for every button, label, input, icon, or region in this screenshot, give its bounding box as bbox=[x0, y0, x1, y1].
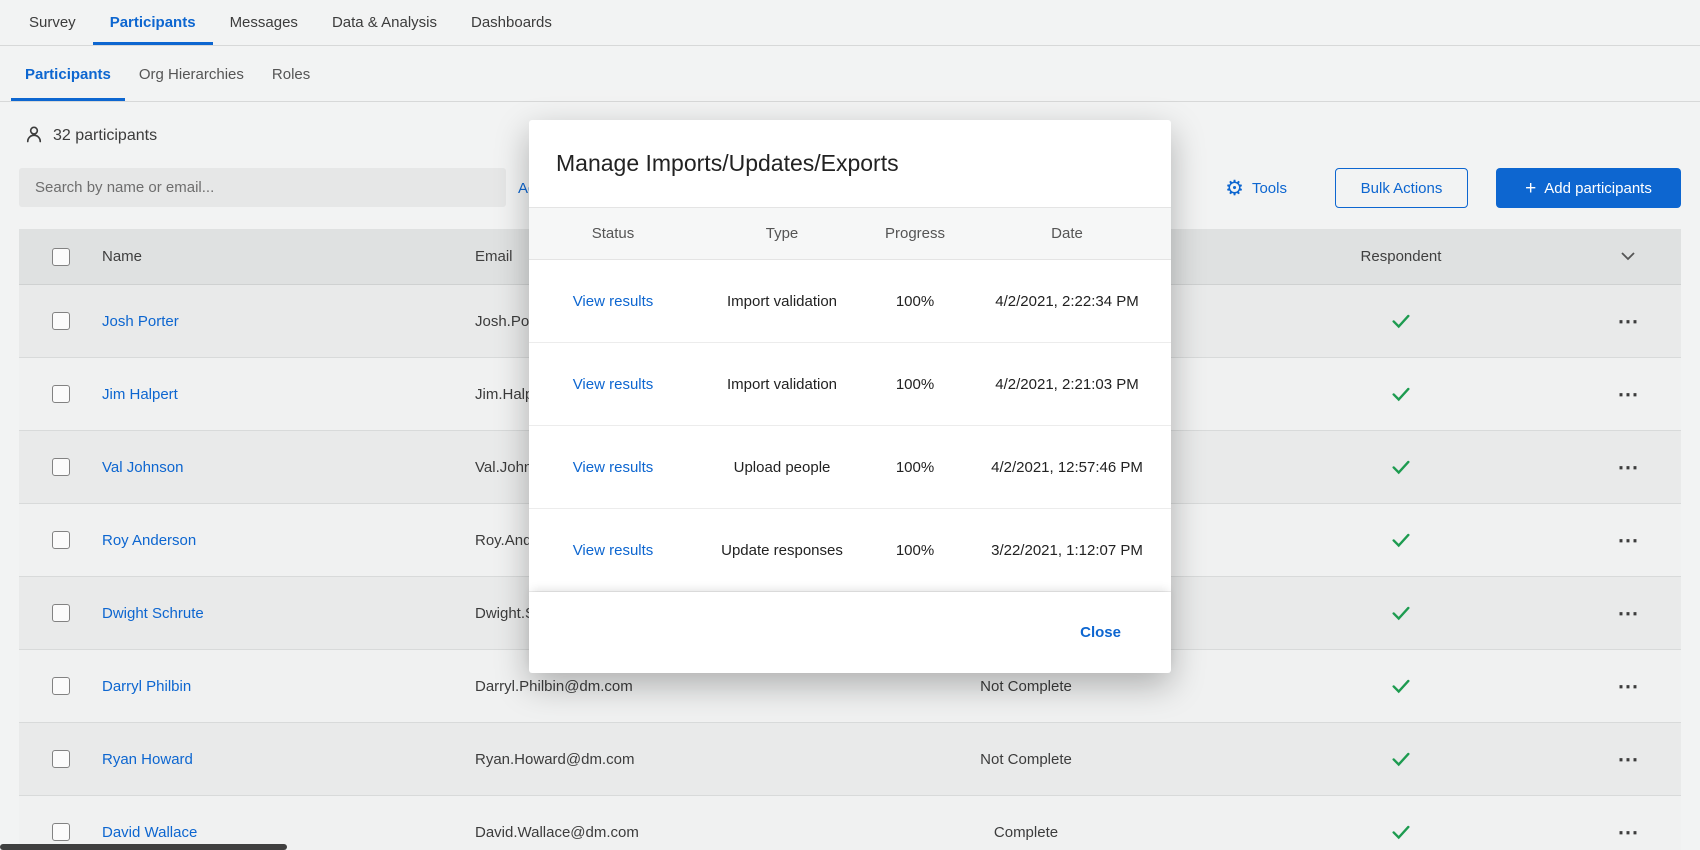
import-date: 3/22/2021, 1:12:07 PM bbox=[963, 542, 1171, 559]
participant-email: Ryan.Howard@dm.com bbox=[475, 751, 825, 768]
import-date: 4/2/2021, 12:57:46 PM bbox=[963, 459, 1171, 476]
table-row: Ryan Howard Ryan.Howard@dm.com Not Compl… bbox=[19, 723, 1681, 796]
modal-row: View results Upload people 100% 4/2/2021… bbox=[529, 426, 1171, 509]
search-input[interactable] bbox=[19, 168, 506, 207]
header-sort-chevron[interactable] bbox=[1575, 252, 1681, 261]
row-checkbox[interactable] bbox=[52, 823, 70, 841]
modal-header-date: Date bbox=[963, 225, 1171, 242]
row-menu-button[interactable]: ⋯ bbox=[1618, 603, 1639, 624]
participant-name-link[interactable]: Roy Anderson bbox=[102, 532, 196, 549]
participant-name-link[interactable]: Darryl Philbin bbox=[102, 678, 191, 695]
modal-header-type: Type bbox=[697, 225, 867, 242]
modal-header: Manage Imports/Updates/Exports bbox=[529, 120, 1171, 207]
respondent-check-icon bbox=[1227, 529, 1575, 551]
gear-icon: ⚙ bbox=[1225, 178, 1244, 199]
subtab-org-hierarchies[interactable]: Org Hierarchies bbox=[125, 47, 258, 101]
add-participants-button[interactable]: + Add participants bbox=[1496, 168, 1681, 208]
import-date: 4/2/2021, 2:21:03 PM bbox=[963, 376, 1171, 393]
import-progress: 100% bbox=[867, 459, 963, 476]
respondent-check-icon bbox=[1227, 675, 1575, 697]
row-checkbox[interactable] bbox=[52, 750, 70, 768]
modal-footer: Close bbox=[529, 592, 1171, 673]
import-progress: 100% bbox=[867, 293, 963, 310]
row-menu-button[interactable]: ⋯ bbox=[1618, 311, 1639, 332]
add-participants-label: Add participants bbox=[1544, 180, 1652, 197]
import-progress: 100% bbox=[867, 376, 963, 393]
import-type: Import validation bbox=[697, 376, 867, 393]
participant-name-link[interactable]: Val Johnson bbox=[102, 459, 183, 476]
row-checkbox[interactable] bbox=[52, 677, 70, 695]
import-type: Update responses bbox=[697, 542, 867, 559]
row-checkbox[interactable] bbox=[52, 604, 70, 622]
top-nav: Survey Participants Messages Data & Anal… bbox=[0, 0, 1700, 46]
participants-count-row: 32 participants bbox=[24, 122, 157, 150]
row-checkbox[interactable] bbox=[52, 458, 70, 476]
subtab-participants[interactable]: Participants bbox=[11, 47, 125, 101]
plus-icon: + bbox=[1525, 179, 1536, 198]
participant-status: Not Complete bbox=[825, 751, 1227, 768]
respondent-check-icon bbox=[1227, 602, 1575, 624]
modal-header-progress: Progress bbox=[867, 225, 963, 242]
view-results-link[interactable]: View results bbox=[573, 542, 654, 559]
participant-name-link[interactable]: Jim Halpert bbox=[102, 386, 178, 403]
modal-row: View results Import validation 100% 4/2/… bbox=[529, 260, 1171, 343]
modal-title: Manage Imports/Updates/Exports bbox=[556, 150, 899, 177]
tools-button[interactable]: ⚙ Tools bbox=[1225, 178, 1287, 199]
tab-participants[interactable]: Participants bbox=[93, 0, 213, 45]
modal-table-header: Status Type Progress Date bbox=[529, 207, 1171, 260]
select-all-checkbox[interactable] bbox=[52, 248, 70, 266]
participant-name-link[interactable]: David Wallace bbox=[102, 824, 197, 841]
respondent-check-icon bbox=[1227, 456, 1575, 478]
chevron-down-icon bbox=[1621, 252, 1635, 261]
row-checkbox[interactable] bbox=[52, 385, 70, 403]
tools-label: Tools bbox=[1252, 180, 1287, 197]
modal-row: View results Update responses 100% 3/22/… bbox=[529, 509, 1171, 592]
participant-name-link[interactable]: Ryan Howard bbox=[102, 751, 193, 768]
import-progress: 100% bbox=[867, 542, 963, 559]
participant-name-link[interactable]: Josh Porter bbox=[102, 313, 179, 330]
respondent-check-icon bbox=[1227, 310, 1575, 332]
tab-messages[interactable]: Messages bbox=[213, 0, 315, 45]
close-button[interactable]: Close bbox=[1080, 624, 1121, 641]
person-icon bbox=[24, 124, 44, 149]
view-results-link[interactable]: View results bbox=[573, 293, 654, 310]
row-menu-button[interactable]: ⋯ bbox=[1618, 384, 1639, 405]
header-name: Name bbox=[102, 248, 475, 265]
row-checkbox[interactable] bbox=[52, 312, 70, 330]
modal-header-status: Status bbox=[529, 225, 697, 242]
participants-count: 32 participants bbox=[53, 127, 157, 145]
view-results-link[interactable]: View results bbox=[573, 376, 654, 393]
participant-status: Complete bbox=[825, 824, 1227, 841]
modal-row: View results Import validation 100% 4/2/… bbox=[529, 343, 1171, 426]
participant-email: David.Wallace@dm.com bbox=[475, 824, 825, 841]
sub-nav: Participants Org Hierarchies Roles bbox=[0, 47, 1700, 102]
row-menu-button[interactable]: ⋯ bbox=[1618, 676, 1639, 697]
import-date: 4/2/2021, 2:22:34 PM bbox=[963, 293, 1171, 310]
row-menu-button[interactable]: ⋯ bbox=[1618, 457, 1639, 478]
respondent-check-icon bbox=[1227, 748, 1575, 770]
table-row: David Wallace David.Wallace@dm.com Compl… bbox=[19, 796, 1681, 850]
header-respondent: Respondent bbox=[1227, 248, 1575, 265]
tab-survey[interactable]: Survey bbox=[12, 0, 93, 45]
subtab-roles[interactable]: Roles bbox=[258, 47, 324, 101]
tab-dashboards[interactable]: Dashboards bbox=[454, 0, 569, 45]
horizontal-scrollbar-thumb[interactable] bbox=[0, 844, 287, 850]
respondent-check-icon bbox=[1227, 383, 1575, 405]
participant-name-link[interactable]: Dwight Schrute bbox=[102, 605, 204, 622]
row-menu-button[interactable]: ⋯ bbox=[1618, 822, 1639, 843]
import-type: Import validation bbox=[697, 293, 867, 310]
row-menu-button[interactable]: ⋯ bbox=[1618, 530, 1639, 551]
participant-email: Darryl.Philbin@dm.com bbox=[475, 678, 825, 695]
manage-imports-modal: Manage Imports/Updates/Exports Status Ty… bbox=[529, 120, 1171, 673]
row-checkbox[interactable] bbox=[52, 531, 70, 549]
tab-data-analysis[interactable]: Data & Analysis bbox=[315, 0, 454, 45]
row-menu-button[interactable]: ⋯ bbox=[1618, 749, 1639, 770]
bulk-actions-button[interactable]: Bulk Actions bbox=[1335, 168, 1468, 208]
view-results-link[interactable]: View results bbox=[573, 459, 654, 476]
import-type: Upload people bbox=[697, 459, 867, 476]
respondent-check-icon bbox=[1227, 821, 1575, 843]
participant-status: Not Complete bbox=[825, 678, 1227, 695]
